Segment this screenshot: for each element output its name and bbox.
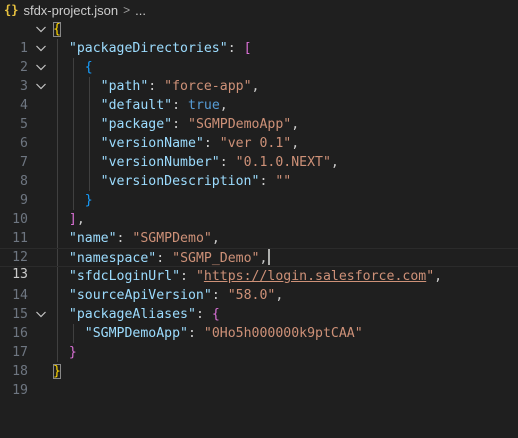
- code-line: 11 ],: [0, 210, 518, 246]
- breadcrumb: {} sfdx-project.json > ...: [0, 0, 518, 20]
- code-line: 8 "versionNumber": "0.1.0.NEXT",: [0, 153, 518, 189]
- code-line: 14 "sfdcLoginUrl": "https://login.salesf…: [0, 267, 518, 303]
- colon: :: [203, 136, 220, 151]
- code-line: 12 "name": "SGMPDemo",: [0, 229, 518, 265]
- json-string: "ver 0.1": [219, 136, 292, 151]
- json-key: "versionDescription": [100, 174, 260, 189]
- json-key: "sourceApiVersion": [68, 288, 212, 303]
- bracket: ]: [68, 212, 77, 227]
- breadcrumb-file[interactable]: sfdx-project.json: [23, 3, 118, 18]
- comma: ,: [330, 155, 339, 170]
- json-key: "SGMPDemoApp": [84, 326, 188, 341]
- colon: :: [148, 79, 165, 94]
- code-line: 16 "packageAliases": {: [0, 305, 518, 341]
- code-line: 2 "packageDirectories": [: [0, 39, 518, 75]
- json-key: "default": [100, 98, 173, 113]
- json-string: "SGMP_Demo": [172, 251, 260, 266]
- code-line: 4 "path": "force-app",: [0, 77, 518, 113]
- code-line: 7 "versionName": "ver 0.1",: [0, 134, 518, 170]
- json-string: "force-app": [164, 79, 252, 94]
- code-line: 5 "default": true,: [0, 96, 518, 132]
- json-string: "SGMPDemo": [132, 231, 212, 246]
- code-line: 10 }: [0, 191, 518, 227]
- text-cursor: [268, 249, 271, 265]
- chevron-down-icon[interactable]: [35, 39, 47, 58]
- quote: ": [426, 269, 435, 284]
- comma: ,: [434, 269, 443, 284]
- brace: {: [211, 307, 220, 322]
- colon: :: [259, 174, 276, 189]
- code-editor[interactable]: 1 { 2 "packageDirectories": [ 3 { 4 "pat…: [0, 20, 518, 398]
- json-key: "sfdcLoginUrl": [68, 269, 181, 284]
- json-key: "versionNumber": [100, 155, 220, 170]
- comma: ,: [76, 212, 85, 227]
- json-key: "package": [100, 117, 173, 132]
- json-string: "": [275, 174, 292, 189]
- json-braces-icon: {}: [4, 3, 19, 17]
- brace: {: [53, 22, 61, 37]
- code-line: 18 }: [0, 343, 518, 379]
- brace: }: [68, 345, 77, 360]
- comma: ,: [211, 231, 220, 246]
- code-line: 3 {: [0, 58, 518, 94]
- breadcrumb-more[interactable]: ...: [135, 3, 146, 18]
- comma: ,: [259, 251, 268, 266]
- colon: :: [195, 307, 212, 322]
- comma: ,: [219, 98, 228, 113]
- code-line-current: 13 "namespace": "SGMP_Demo",: [0, 248, 518, 282]
- comma: ,: [275, 288, 284, 303]
- bracket: [: [243, 41, 252, 56]
- code-line: 19 }: [0, 362, 518, 398]
- json-key: "versionName": [100, 136, 204, 151]
- quote: ": [195, 269, 204, 284]
- brace: {: [84, 60, 93, 75]
- code-line: 6 "package": "SGMPDemoApp",: [0, 115, 518, 151]
- code-line: 1 {: [0, 20, 518, 56]
- json-string: "58.0": [227, 288, 276, 303]
- json-key: "path": [100, 79, 149, 94]
- colon: :: [172, 117, 188, 132]
- json-key: "namespace": [68, 251, 157, 266]
- breadcrumb-separator: >: [123, 3, 131, 17]
- json-key: "packageAliases": [68, 307, 196, 322]
- json-key: "name": [68, 231, 117, 246]
- colon: :: [116, 231, 133, 246]
- comma: ,: [291, 136, 300, 151]
- url-link[interactable]: https://login.salesforce.com: [204, 269, 426, 284]
- code-line: 9 "versionDescription": "": [0, 172, 518, 208]
- brace: }: [53, 364, 61, 379]
- code-line: 17 "SGMPDemoApp": "0Ho5h000000k9ptCAA": [0, 324, 518, 360]
- chevron-down-icon[interactable]: [35, 20, 47, 39]
- comma: ,: [251, 79, 260, 94]
- chevron-down-icon[interactable]: [35, 77, 47, 96]
- json-string: "0Ho5h000000k9ptCAA": [203, 326, 363, 341]
- colon: :: [156, 251, 173, 266]
- colon: :: [187, 326, 204, 341]
- brace: }: [84, 193, 93, 208]
- json-key: "packageDirectories": [68, 41, 228, 56]
- colon: :: [172, 98, 188, 113]
- chevron-down-icon[interactable]: [35, 305, 47, 324]
- code-line: 15 "sourceApiVersion": "58.0",: [0, 286, 518, 322]
- json-boolean: true: [188, 98, 220, 113]
- colon: :: [219, 155, 236, 170]
- colon: :: [180, 269, 196, 284]
- line-number: 19: [12, 383, 28, 398]
- json-string: "SGMPDemoApp": [188, 117, 292, 132]
- colon: :: [211, 288, 228, 303]
- chevron-down-icon[interactable]: [35, 58, 47, 77]
- colon: :: [227, 41, 244, 56]
- json-string: "0.1.0.NEXT": [235, 155, 331, 170]
- comma: ,: [291, 117, 300, 132]
